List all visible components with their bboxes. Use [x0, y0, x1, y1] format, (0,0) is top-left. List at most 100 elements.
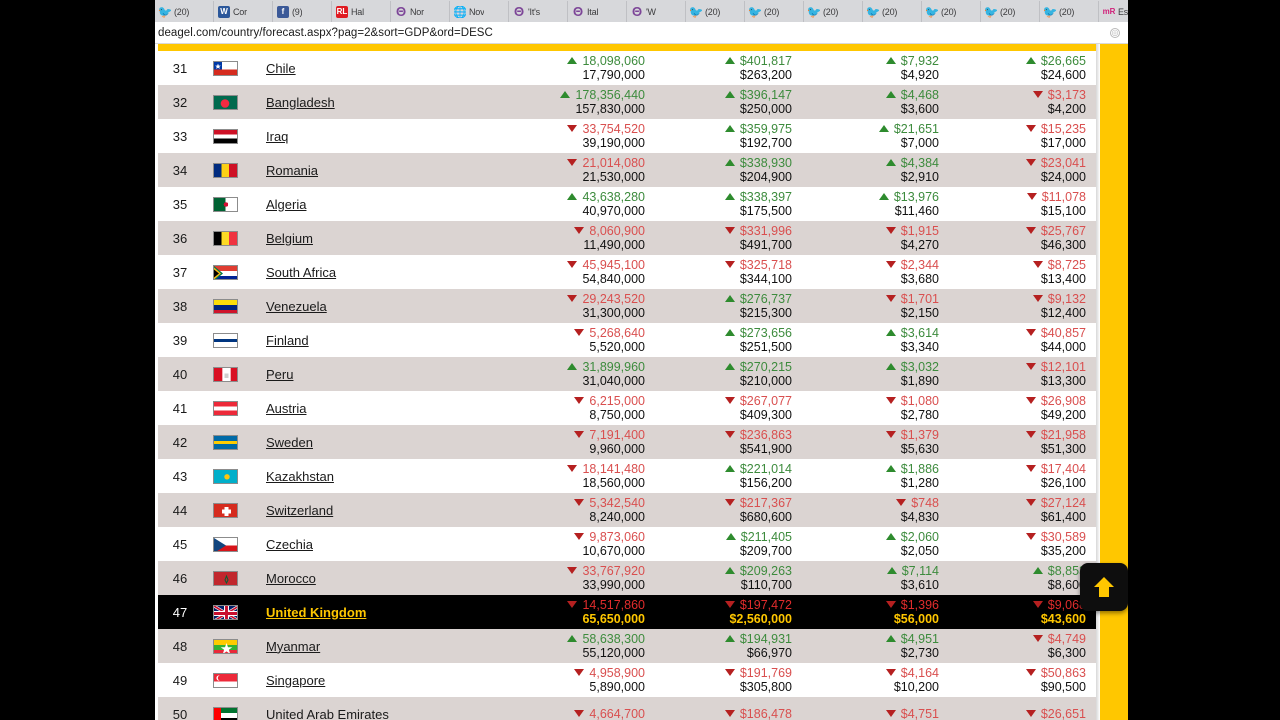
- table-row[interactable]: 45 Czechia 9,873,060 10,670,000 $211,405 $209…: [158, 527, 1096, 561]
- browser-tab[interactable]: Θ Nor: [391, 1, 450, 22]
- country-link[interactable]: Switzerland: [266, 503, 333, 518]
- browser-tab[interactable]: 🐦(20): [863, 1, 922, 22]
- country-link[interactable]: Czechia: [266, 537, 313, 552]
- current-value: $4,920: [900, 68, 939, 82]
- table-row[interactable]: 31 Chile 18,098,060 17,790,000 $401,817 $263,…: [158, 51, 1096, 85]
- browser-tab[interactable]: RL Hal: [332, 1, 391, 22]
- country-link[interactable]: Austria: [266, 401, 306, 416]
- table-row[interactable]: 34 Romania 21,014,080 21,530,000 $338,930 $20…: [158, 153, 1096, 187]
- table-row[interactable]: 36 Belgium 8,060,900 11,490,000 $331,996 $491…: [158, 221, 1096, 255]
- page-info-icon[interactable]: ◎: [1110, 28, 1120, 38]
- arrow-up-icon: [567, 635, 578, 642]
- mixedreality-icon: mR: [1103, 6, 1115, 16]
- current-value: $61,400: [1040, 510, 1086, 524]
- country-link[interactable]: Algeria: [266, 197, 306, 212]
- country-link[interactable]: Peru: [266, 367, 293, 382]
- table-row[interactable]: 48 Myanmar 58,638,300 55,120,000 $194,931 $66…: [158, 629, 1096, 663]
- table-row[interactable]: 42 Sweden 7,191,400 9,960,000 $236,863 $541,9…: [158, 425, 1096, 459]
- row-metric-cell-4: $40,857 $44,000: [949, 323, 1096, 357]
- forecast-value: $2,344: [802, 258, 939, 272]
- country-link[interactable]: Myanmar: [266, 639, 320, 654]
- arrow-up-icon: [560, 91, 571, 98]
- country-link[interactable]: South Africa: [266, 265, 336, 280]
- country-link[interactable]: Iraq: [266, 129, 288, 144]
- browser-tab[interactable]: W Cor: [214, 1, 273, 22]
- twitter-icon: 🐦: [1044, 6, 1056, 18]
- country-link[interactable]: Morocco: [266, 571, 316, 586]
- table-row[interactable]: 39 Finland 5,268,640 5,520,000 $273,656 $251,…: [158, 323, 1096, 357]
- country-link[interactable]: Kazakhstan: [266, 469, 334, 484]
- table-row[interactable]: 43 Kazakhstan 18,141,480 18,560,000 $221,014…: [158, 459, 1096, 493]
- country-link[interactable]: Belgium: [266, 231, 313, 246]
- browser-tab[interactable]: f (9): [273, 1, 332, 22]
- browser-tab[interactable]: Θ 'W: [627, 1, 686, 22]
- scroll-to-top-button[interactable]: [1080, 563, 1128, 611]
- arrow-down-icon: [1032, 601, 1043, 608]
- table-row[interactable]: 33 Iraq 33,754,520 39,190,000 $359,975 $192,7…: [158, 119, 1096, 153]
- arrow-down-icon: [567, 125, 578, 132]
- browser-tab-label: (20): [1000, 6, 1016, 17]
- table-row[interactable]: 46 Morocco 33,767,920 33,990,000 $209,263 $11…: [158, 561, 1096, 595]
- forecast-value: 4,664,700: [508, 707, 645, 720]
- table-row[interactable]: 47 United Kingdom 14,517,860 65,650,000 $197…: [158, 595, 1096, 629]
- country-link[interactable]: Chile: [266, 61, 296, 76]
- row-metric-cell-2: $359,975 $192,700: [655, 119, 802, 153]
- browser-address-bar[interactable]: deagel.com/country/forecast.aspx?pag=2&s…: [155, 22, 1128, 44]
- forecast-value-text: $401,817: [739, 54, 792, 68]
- table-row[interactable]: 44 Switzerland 5,342,540 8,240,000 $217,367 $…: [158, 493, 1096, 527]
- forecast-value-text: $25,767: [1040, 224, 1086, 238]
- country-link[interactable]: United Kingdom: [266, 605, 366, 620]
- country-link[interactable]: United Arab Emirates: [266, 707, 389, 720]
- row-metric-cell-3: $4,468 $3,600: [802, 85, 949, 119]
- forecast-value-text: $30,589: [1040, 530, 1086, 544]
- browser-tab-strip[interactable]: 🐦(20)WCorf(9) RLHalΘNor🌐NovΘ'It'sΘItalΘ'…: [155, 0, 1128, 22]
- browser-tab[interactable]: 🐦(20): [981, 1, 1040, 22]
- browser-tab[interactable]: Θ 'It's: [509, 1, 568, 22]
- current-value: 157,830,000: [575, 102, 645, 116]
- browser-tab[interactable]: 🐦(20): [686, 1, 745, 22]
- arrow-down-icon: [885, 601, 896, 608]
- country-link[interactable]: Bangladesh: [266, 95, 335, 110]
- table-row[interactable]: 38 Venezuela 29,243,520 31,300,000 $276,737 $…: [158, 289, 1096, 323]
- table-row[interactable]: 37 South Africa 45,945,100 54,840,000 $325,7…: [158, 255, 1096, 289]
- browser-tab[interactable]: 🐦(20): [922, 1, 981, 22]
- browser-tab[interactable]: mREst: [1099, 1, 1128, 22]
- forecast-table-container: 31 Chile 18,098,060 17,790,000 $401,817 $263,…: [158, 44, 1096, 720]
- current-value: 33,990,000: [582, 578, 645, 592]
- row-metric-cell-1: 5,342,540 8,240,000: [508, 493, 655, 527]
- table-row[interactable]: 50 United Arab Emirates 4,664,700 $186,478 $…: [158, 697, 1096, 720]
- browser-tab[interactable]: 🐦(20): [745, 1, 804, 22]
- row-flag-cell: [202, 561, 248, 595]
- browser-tab[interactable]: 🌐Nov: [450, 1, 509, 22]
- arrow-up-icon: [724, 159, 735, 166]
- current-value: $43,600: [1040, 612, 1086, 626]
- forecast-value: $267,077: [655, 394, 792, 408]
- browser-tab[interactable]: 🐦(20): [804, 1, 863, 22]
- row-metric-cell-1: 8,060,900 11,490,000: [508, 221, 655, 255]
- arrow-down-icon: [574, 431, 585, 438]
- browser-tab[interactable]: Θ Ital: [568, 1, 627, 22]
- forecast-value-text: $236,863: [739, 428, 792, 442]
- forecast-value: 9,873,060: [508, 530, 645, 544]
- table-row[interactable]: 35 Algeria 43,638,280 40,970,000 $338,397 $17…: [158, 187, 1096, 221]
- table-row[interactable]: 49 Singapore 4,958,900 5,890,000 $191,769 $30…: [158, 663, 1096, 697]
- forecast-value-text: $2,344: [900, 258, 939, 272]
- current-value: $35,200: [1040, 544, 1086, 558]
- forecast-value-text: $11,078: [1041, 190, 1086, 204]
- table-row[interactable]: 32 Bangladesh 178,356,440 157,830,000 $396,1…: [158, 85, 1096, 119]
- flag-icon-ve: [212, 298, 238, 314]
- country-link[interactable]: Romania: [266, 163, 318, 178]
- arrow-up-icon: [885, 159, 896, 166]
- forecast-value: 43,638,280: [508, 190, 645, 204]
- browser-tab[interactable]: 🐦(20): [1040, 1, 1099, 22]
- arrow-down-icon: [567, 601, 578, 608]
- row-country-cell: United Arab Emirates: [248, 697, 508, 720]
- country-link[interactable]: Finland: [266, 333, 309, 348]
- country-link[interactable]: Sweden: [266, 435, 313, 450]
- country-link[interactable]: Singapore: [266, 673, 325, 688]
- table-row[interactable]: 40 Peru 31,899,960 31,040,000 $270,215 $210,0…: [158, 357, 1096, 391]
- browser-tab[interactable]: 🐦(20): [155, 1, 214, 22]
- current-value: $26,100: [1040, 476, 1086, 490]
- country-link[interactable]: Venezuela: [266, 299, 327, 314]
- table-row[interactable]: 41 Austria 6,215,000 8,750,000 $267,077 $409,…: [158, 391, 1096, 425]
